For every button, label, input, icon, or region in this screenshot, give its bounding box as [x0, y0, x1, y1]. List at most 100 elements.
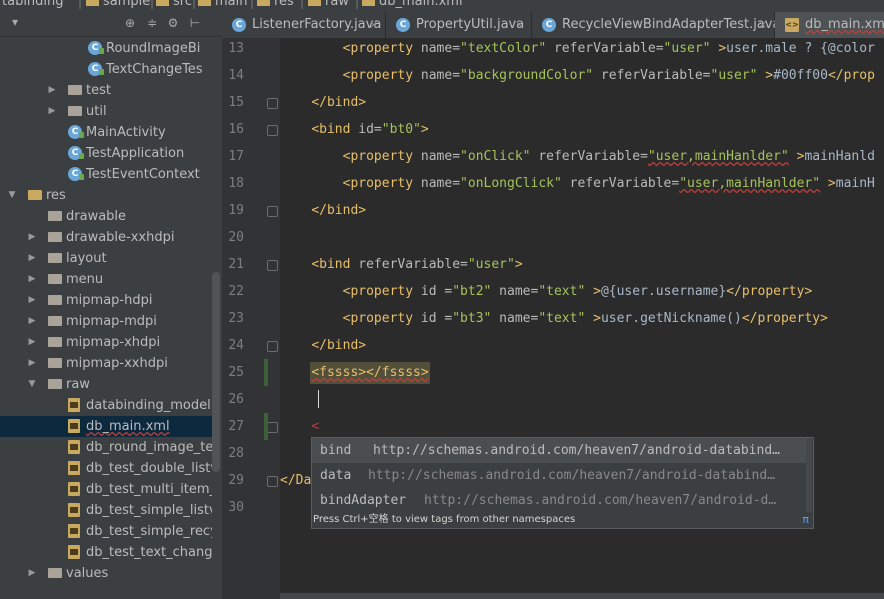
collapsed-arrow-icon[interactable]: ▶ [47, 80, 57, 101]
autocomplete-item[interactable]: bind http://schemas.android.com/heaven7/a… [312, 438, 807, 463]
tab-label: ListenerFactory.java [252, 17, 382, 32]
tree-item[interactable]: db_test_simple_recycl [0, 521, 212, 542]
fold-marker-icon[interactable] [267, 98, 278, 109]
scrollbar-thumb[interactable] [280, 593, 884, 599]
tree-item[interactable]: db_test_multi_item_lis [0, 479, 212, 500]
tree-item-label: menu [66, 272, 104, 287]
tree-item[interactable]: C RoundImageBi [0, 38, 212, 59]
tree-item[interactable]: ▶ menu [0, 269, 212, 290]
fold-marker-icon[interactable] [267, 422, 278, 433]
breadcrumb-item-raw[interactable]: raw [308, 0, 349, 9]
tree-item[interactable]: drawable [0, 206, 212, 227]
collapsed-arrow-icon[interactable]: ▶ [27, 332, 37, 353]
editor-tab[interactable]: C ListenerFactory.java × [222, 12, 386, 38]
folder-icon [48, 295, 62, 305]
tree-item-label: RoundImageBi [106, 41, 201, 56]
vcs-change-marker[interactable] [264, 359, 268, 386]
collapsed-arrow-icon[interactable]: ▶ [27, 563, 37, 584]
tree-item[interactable]: C TextChangeTes [0, 59, 212, 80]
tree-item[interactable]: db_round_image_test [0, 437, 212, 458]
collapsed-arrow-icon[interactable]: ▶ [27, 353, 37, 374]
tree-item[interactable]: ▶ values [0, 563, 212, 584]
fold-marker-icon[interactable] [267, 206, 278, 217]
tree-item[interactable]: ▶ mipmap-xhdpi [0, 332, 212, 353]
breadcrumb-item-project[interactable]: tabinding [2, 0, 64, 9]
line-number: 28 [228, 446, 244, 461]
pi-icon[interactable]: π [802, 512, 809, 527]
autocomplete-scrollbar[interactable] [806, 438, 812, 512]
gear-icon[interactable]: ⚙ [166, 16, 180, 30]
sidebar-scrollbar[interactable] [212, 272, 220, 472]
editor-tab[interactable]: C RecycleViewBindAdapterTest.java × [532, 12, 780, 38]
close-icon[interactable]: × [369, 12, 378, 38]
expanded-arrow-icon[interactable]: ▼ [7, 185, 17, 206]
tree-item[interactable]: db_test_simple_listviev [0, 500, 212, 521]
code-token: > [514, 257, 523, 272]
horizontal-scrollbar[interactable] [280, 593, 884, 599]
code-token: name= [420, 41, 461, 56]
code-token: referVariable= [530, 149, 648, 164]
tree-item[interactable]: C TestEventContext [0, 164, 212, 185]
collapsed-arrow-icon[interactable]: ▶ [27, 269, 37, 290]
tree-item[interactable]: ▼ res [0, 185, 212, 206]
breadcrumb-separator: | [355, 0, 360, 9]
tree-item[interactable]: db_test_double_listvie [0, 458, 212, 479]
code-token: "onClick" [460, 149, 531, 164]
tree-item[interactable]: ▶ mipmap-hdpi [0, 290, 212, 311]
expanded-arrow-icon[interactable]: ▼ [27, 374, 37, 395]
code-token: name= [491, 311, 539, 326]
collapsed-arrow-icon[interactable]: ▶ [27, 248, 37, 269]
code-token: id = [420, 284, 453, 299]
tree-item[interactable]: databinding_model.xr [0, 395, 212, 416]
tree-item[interactable]: C TestApplication [0, 143, 212, 164]
breadcrumb-item-src[interactable]: src [156, 0, 192, 9]
folder-icon [198, 0, 211, 6]
fold-marker-icon[interactable] [267, 341, 278, 352]
tree-item[interactable]: db_main.xml [0, 416, 212, 437]
breadcrumb-item-module[interactable]: sample [86, 0, 150, 9]
autocomplete-item[interactable]: data http://schemas.android.com/heaven7/a… [312, 463, 807, 488]
collapsed-arrow-icon[interactable]: ▶ [27, 290, 37, 311]
code-line: </bind> [280, 89, 366, 116]
close-icon[interactable]: × [515, 12, 524, 38]
breadcrumb-item-file[interactable]: db_main.xml [362, 0, 463, 9]
collapsed-arrow-icon[interactable]: ▶ [47, 101, 57, 122]
tree-item[interactable]: ▶ util [0, 101, 212, 122]
collapse-icon[interactable]: ≑ [145, 16, 159, 30]
autocomplete-hint: Press Ctrl+空格 to view tags from other na… [313, 512, 812, 527]
collapsed-arrow-icon[interactable]: ▶ [27, 311, 37, 332]
breadcrumb-label: src [173, 0, 192, 9]
target-icon[interactable]: ⊕ [123, 16, 137, 30]
breadcrumb-label: db_main.xml [379, 0, 463, 9]
fold-marker-icon[interactable] [267, 260, 278, 271]
xml-file-icon [68, 524, 80, 538]
tree-item[interactable]: ▶ mipmap-xxhdpi [0, 353, 212, 374]
tree-item[interactable]: db_test_text_change.x [0, 542, 212, 563]
collapsed-arrow-icon[interactable]: ▶ [27, 227, 37, 248]
tree-item-label: mipmap-xhdpi [66, 335, 161, 350]
hide-icon[interactable]: ⊢ [188, 16, 202, 30]
breadcrumb-item-main[interactable]: main [198, 0, 247, 9]
dropdown-arrow-icon[interactable]: ▾ [8, 15, 22, 29]
tree-item[interactable]: ▶ drawable-xxhdpi [0, 227, 212, 248]
autocomplete-item[interactable]: bindAdapter http://schemas.android.com/he… [312, 488, 807, 513]
close-icon[interactable]: × [758, 12, 767, 38]
code-token: <property [342, 311, 421, 326]
editor-tab[interactable]: <> db_main.xml [775, 12, 884, 38]
tree-item[interactable]: ▼ raw [0, 374, 212, 395]
line-number: 18 [228, 176, 244, 191]
vcs-change-marker[interactable] [264, 413, 268, 440]
tree-item[interactable]: C MainActivity [0, 122, 212, 143]
tree-item[interactable]: ▶ layout [0, 248, 212, 269]
code-line: <property name="onLongClick" referVariab… [280, 170, 875, 197]
editor-tab[interactable]: C PropertyUtil.java × [386, 12, 532, 38]
tree-item[interactable]: ▶ test [0, 80, 212, 101]
breadcrumb-item-res[interactable]: res [257, 0, 294, 9]
fold-marker-icon[interactable] [267, 125, 278, 136]
fold-marker-icon[interactable] [267, 476, 278, 487]
tree-item[interactable]: ▶ mipmap-mdpi [0, 311, 212, 332]
